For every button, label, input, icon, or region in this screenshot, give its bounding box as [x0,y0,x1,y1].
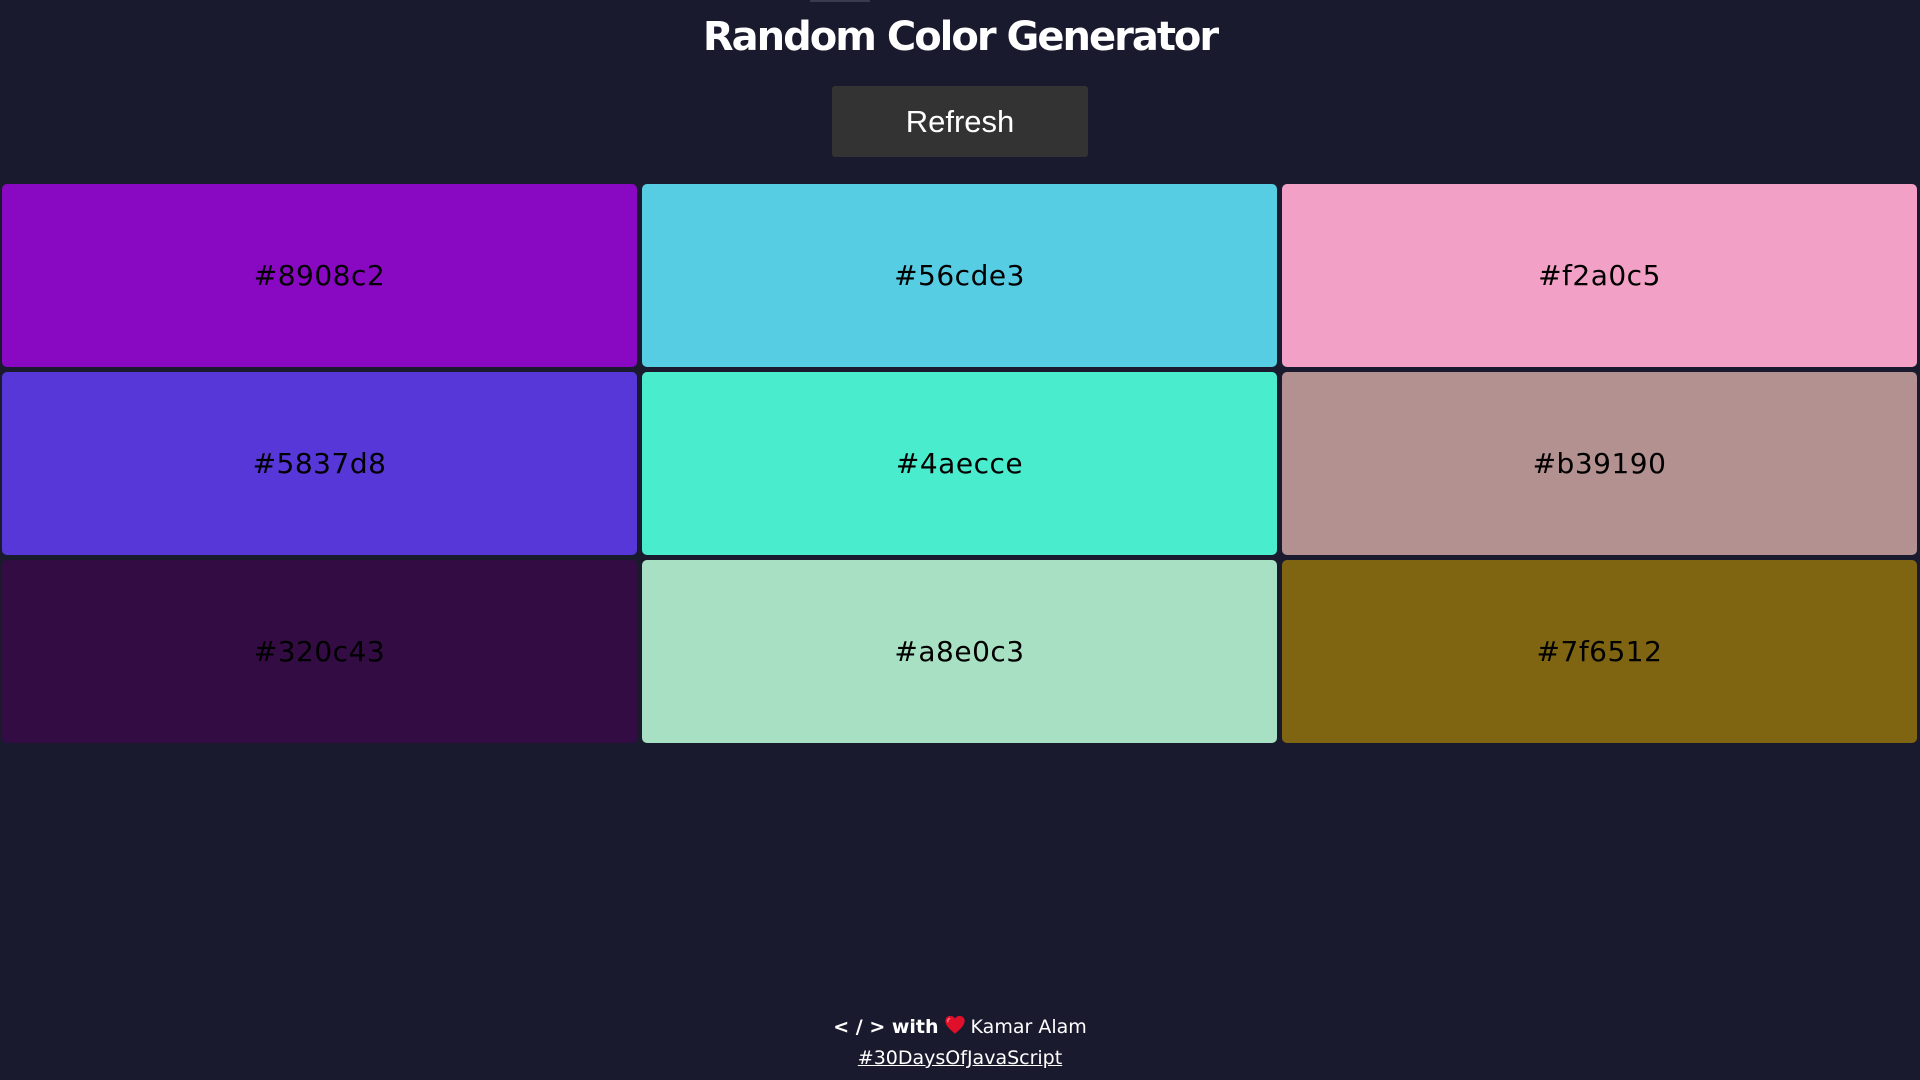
page-title: Random Color Generator [702,14,1219,60]
refresh-button[interactable]: Refresh [832,86,1088,157]
swatch-hex-label: #4aecce [895,447,1024,480]
footer-prefix: < / > with [833,1016,939,1038]
hashtag-link[interactable]: #30DaysOfJavaScript [858,1047,1062,1069]
color-swatch[interactable]: #320c43 [2,560,637,743]
color-swatch[interactable]: #4aecce [642,372,1277,555]
footer-link-row: #30DaysOfJavaScript [0,1043,1920,1073]
color-swatch[interactable]: #7f6512 [1282,560,1917,743]
footer-credit: < / > with Kamar Alam [0,1012,1920,1042]
color-swatch[interactable]: #b39190 [1282,372,1917,555]
swatch-hex-label: #5837d8 [252,447,387,480]
color-swatch[interactable]: #56cde3 [642,184,1277,367]
color-grid: #8908c2 #56cde3 #f2a0c5 #5837d8 #4aecce … [2,184,1918,743]
swatch-hex-label: #a8e0c3 [894,635,1025,668]
swatch-hex-label: #f2a0c5 [1538,259,1661,292]
swatch-hex-label: #320c43 [253,635,386,668]
color-swatch[interactable]: #5837d8 [2,372,637,555]
color-swatch[interactable]: #8908c2 [2,184,637,367]
color-swatch[interactable]: #a8e0c3 [642,560,1277,743]
swatch-hex-label: #b39190 [1532,447,1667,480]
swatch-hex-label: #56cde3 [894,259,1025,292]
heart-icon [944,1014,966,1036]
footer-author: Kamar Alam [970,1016,1087,1038]
swatch-hex-label: #8908c2 [253,259,386,292]
color-swatch[interactable]: #f2a0c5 [1282,184,1917,367]
swatch-hex-label: #7f6512 [1536,635,1663,668]
